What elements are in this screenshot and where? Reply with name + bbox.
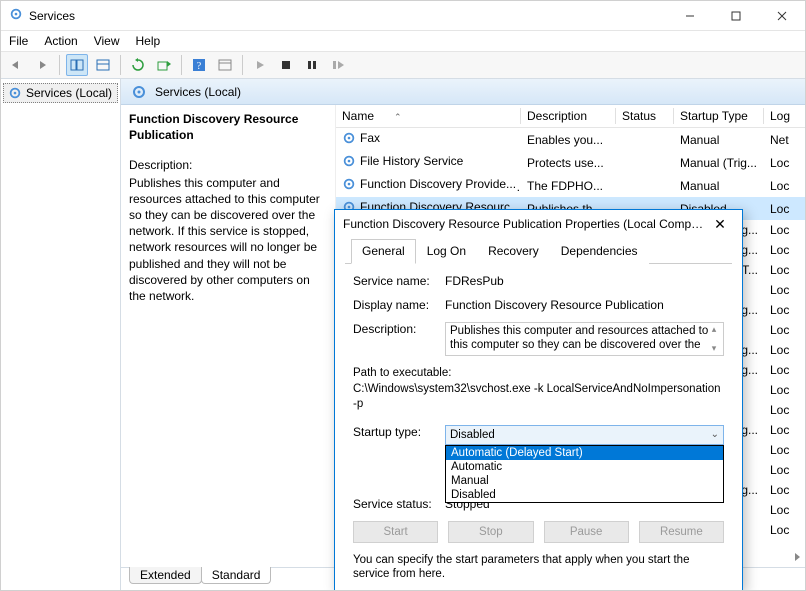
chevron-down-icon: ⌄: [711, 429, 719, 440]
service-properties-dialog: Function Discovery Resource Publication …: [334, 209, 743, 591]
minimize-button[interactable]: [667, 1, 713, 31]
svg-text:?: ?: [197, 61, 202, 72]
dialog-body: Service name: FDResPub Display name: Fun…: [335, 264, 742, 590]
start-button[interactable]: Start: [353, 521, 438, 543]
tree-item-services-local[interactable]: Services (Local): [3, 83, 118, 103]
tab-general[interactable]: General: [351, 239, 416, 264]
value-service-name: FDResPub: [445, 274, 724, 288]
start-service-button[interactable]: [249, 54, 271, 76]
properties-button[interactable]: [214, 54, 236, 76]
label-path: Path to executable:: [353, 366, 724, 382]
menu-help[interactable]: Help: [136, 34, 161, 48]
restart-service-button[interactable]: [327, 54, 349, 76]
resume-button[interactable]: Resume: [639, 521, 724, 543]
back-button[interactable]: [5, 54, 27, 76]
services-window: Services File Action View Help ?: [0, 0, 806, 591]
sort-caret-icon: ⌃: [394, 112, 402, 123]
startup-option[interactable]: Disabled: [446, 488, 723, 502]
app-icon: [9, 7, 23, 24]
window-title: Services: [29, 9, 667, 23]
menu-file[interactable]: File: [9, 34, 28, 48]
dialog-tabs: General Log On Recovery Dependencies: [345, 238, 732, 264]
table-row[interactable]: Function Discovery Provide...The FDPHO..…: [336, 174, 805, 197]
tree-item-label: Services (Local): [26, 86, 112, 100]
col-status[interactable]: Status: [616, 105, 674, 128]
label-description: Description:: [353, 322, 445, 336]
pause-button[interactable]: Pause: [544, 521, 629, 543]
menu-view[interactable]: View: [94, 34, 120, 48]
gear-icon: [131, 84, 147, 100]
nav-tree: Services (Local): [1, 79, 121, 590]
help-button[interactable]: ?: [188, 54, 210, 76]
details-pane: Function Discovery Resource Publication …: [121, 105, 336, 567]
gear-icon: [8, 86, 22, 100]
start-parameters-note: You can specify the start parameters tha…: [353, 553, 724, 583]
col-startup[interactable]: Startup Type: [674, 105, 764, 128]
menubar: File Action View Help: [1, 31, 805, 51]
startup-option[interactable]: Manual: [446, 474, 723, 488]
close-button[interactable]: [759, 1, 805, 31]
refresh-button[interactable]: [127, 54, 149, 76]
tab-logon[interactable]: Log On: [416, 239, 477, 264]
tab-standard[interactable]: Standard: [201, 567, 272, 584]
stop-button[interactable]: Stop: [448, 521, 533, 543]
description-box[interactable]: Publishes this computer and resources at…: [445, 322, 724, 356]
maximize-button[interactable]: [713, 1, 759, 31]
label-service-name: Service name:: [353, 274, 445, 288]
gear-icon: [342, 131, 356, 145]
dialog-close-button[interactable]: ✕: [706, 216, 734, 233]
details-view-button[interactable]: [92, 54, 114, 76]
startup-option[interactable]: Automatic (Delayed Start): [446, 446, 723, 460]
dialog-titlebar: Function Discovery Resource Publication …: [335, 210, 742, 238]
startup-option[interactable]: Automatic: [446, 460, 723, 474]
export-button[interactable]: [153, 54, 175, 76]
gear-icon: [342, 154, 356, 168]
panel-heading: Services (Local): [155, 85, 241, 99]
table-row[interactable]: File History ServiceProtects use...Manua…: [336, 151, 805, 174]
tab-extended[interactable]: Extended: [129, 567, 202, 584]
tab-recovery[interactable]: Recovery: [477, 239, 550, 264]
stop-service-button[interactable]: [275, 54, 297, 76]
selected-service-title: Function Discovery Resource Publication: [129, 111, 327, 143]
startup-type-combo[interactable]: Disabled ⌄: [445, 425, 724, 445]
description-text: Publishes this computer and resources at…: [129, 175, 327, 305]
titlebar: Services: [1, 1, 805, 31]
description-value: Publishes this computer and resources at…: [450, 325, 708, 351]
value-display-name: Function Discovery Resource Publication: [445, 298, 724, 312]
col-logon[interactable]: Log: [764, 105, 805, 128]
startup-type-dropdown[interactable]: Automatic (Delayed Start)AutomaticManual…: [445, 445, 724, 503]
gear-icon: [342, 177, 356, 191]
description-label: Description:: [129, 157, 327, 173]
dialog-title: Function Discovery Resource Publication …: [343, 217, 706, 231]
col-name[interactable]: Name⌃: [336, 105, 521, 128]
col-description[interactable]: Description: [521, 105, 616, 128]
description-scrollbar[interactable]: ▴▾: [706, 324, 722, 354]
label-service-status: Service status:: [353, 497, 445, 511]
startup-type-selected: Disabled: [450, 429, 495, 441]
panel-header: Services (Local): [121, 79, 805, 105]
pause-service-button[interactable]: [301, 54, 323, 76]
tab-dependencies[interactable]: Dependencies: [550, 239, 649, 264]
label-startup-type: Startup type:: [353, 425, 445, 439]
table-row[interactable]: FaxEnables you...ManualNet: [336, 128, 805, 152]
toolbar: ?: [1, 51, 805, 79]
show-hide-tree-button[interactable]: [66, 54, 88, 76]
label-display-name: Display name:: [353, 298, 445, 312]
forward-button[interactable]: [31, 54, 53, 76]
menu-action[interactable]: Action: [44, 34, 77, 48]
value-path: C:\Windows\system32\svchost.exe -k Local…: [353, 382, 724, 413]
